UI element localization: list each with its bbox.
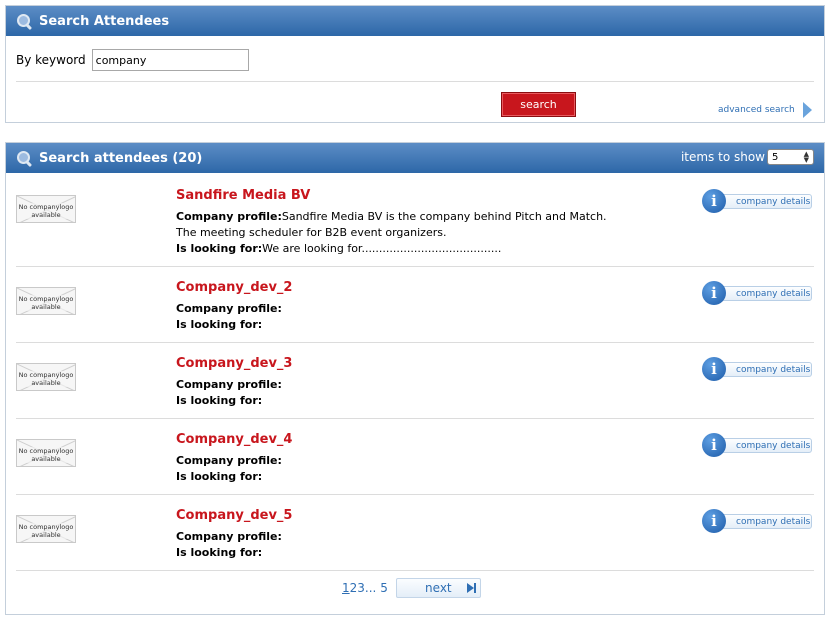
page-link-3[interactable]: 3 <box>357 581 365 595</box>
looking-for: Is looking for: <box>176 318 262 331</box>
info-icon: i <box>702 357 726 381</box>
info-icon: i <box>702 433 726 457</box>
company-profile: Company profile:Sandfire Media BV is the… <box>176 210 607 223</box>
profile-label: Company profile: <box>176 530 282 543</box>
skip-forward-icon <box>466 583 474 593</box>
next-page-button[interactable]: next <box>395 578 481 598</box>
logo-placeholder-text: No companylogo available <box>17 447 75 463</box>
logo-placeholder-text: No companylogo available <box>17 203 75 219</box>
looking-for-label: Is looking for: <box>176 394 263 407</box>
profile-text: Sandfire Media BV is the company behind … <box>281 210 607 223</box>
company-profile-line2: The meeting scheduler for B2B event orga… <box>176 226 447 239</box>
search-button[interactable]: search <box>501 92 576 117</box>
result-row: No companylogo available Company_dev_4 C… <box>16 419 814 495</box>
company-logo-placeholder: No companylogo available <box>16 439 76 467</box>
profile-label: Company profile: <box>176 454 282 467</box>
profile-label: Company profile: <box>176 210 282 223</box>
result-row: No companylogo available Company_dev_3 C… <box>16 343 814 419</box>
company-name-link[interactable]: Company_dev_2 <box>176 280 292 295</box>
company-logo-placeholder: No companylogo available <box>16 515 76 543</box>
looking-for: Is looking for: <box>176 546 262 559</box>
magnifier-icon <box>16 13 33 30</box>
company-profile: Company profile: <box>176 302 282 315</box>
company-details-label: company details <box>712 362 812 377</box>
advanced-search-link[interactable]: advanced search <box>718 102 812 118</box>
looking-for-text: We are looking for......................… <box>262 242 502 255</box>
divider <box>16 81 814 82</box>
company-name-link[interactable]: Company_dev_4 <box>176 432 292 447</box>
company-name-link[interactable]: Company_dev_5 <box>176 508 292 523</box>
info-icon: i <box>702 189 726 213</box>
profile-label: Company profile: <box>176 378 282 391</box>
company-logo-placeholder: No companylogo available <box>16 195 76 223</box>
advanced-search-label: advanced search <box>718 105 795 115</box>
magnifier-icon <box>16 150 33 167</box>
company-details-button[interactable]: company details i <box>702 189 814 213</box>
logo-placeholder-text: No companylogo available <box>17 295 75 311</box>
company-details-label: company details <box>712 194 812 209</box>
page-link-2[interactable]: 2 <box>350 581 358 595</box>
items-per-page: items to show 5 ▲ ▼ <box>681 149 814 165</box>
company-logo-placeholder: No companylogo available <box>16 287 76 315</box>
company-details-label: company details <box>712 286 812 301</box>
results-panel-header: Search attendees (20) items to show 5 ▲ ▼ <box>6 143 824 173</box>
company-logo-placeholder: No companylogo available <box>16 363 76 391</box>
pagination: 1 2 3... 5 next <box>342 578 481 598</box>
keyword-row: By keyword <box>16 49 249 71</box>
result-row: No companylogo available Company_dev_2 C… <box>16 267 814 343</box>
info-icon: i <box>702 281 726 305</box>
looking-for: Is looking for: <box>176 394 262 407</box>
company-details-button[interactable]: company details i <box>702 433 814 457</box>
result-row: No companylogo available Company_dev_5 C… <box>16 495 814 571</box>
looking-for-label: Is looking for: <box>176 242 263 255</box>
company-details-button[interactable]: company details i <box>702 509 814 533</box>
result-row: No companylogo available Sandfire Media … <box>16 177 814 267</box>
keyword-label: By keyword <box>16 53 86 67</box>
results-panel: Search attendees (20) items to show 5 ▲ ▼… <box>5 142 825 615</box>
company-details-label: company details <box>712 514 812 529</box>
items-to-show-label: items to show <box>680 150 765 164</box>
company-name-link[interactable]: Company_dev_3 <box>176 356 292 371</box>
page-ellipsis: ... <box>364 581 377 595</box>
looking-for-label: Is looking for: <box>176 470 263 483</box>
page-link-1[interactable]: 1 <box>342 581 350 595</box>
results-panel-title: Search attendees (20) <box>39 150 203 166</box>
search-panel: Search Attendees By keyword search advan… <box>5 5 825 123</box>
looking-for-label: Is looking for: <box>176 318 263 331</box>
updown-arrows-icon: ▲ ▼ <box>803 150 809 164</box>
logo-placeholder-text: No companylogo available <box>17 523 75 539</box>
company-profile: Company profile: <box>176 378 282 391</box>
items-to-show-value: 5 <box>772 151 779 163</box>
page-link-last[interactable]: 5 <box>380 581 388 595</box>
search-panel-title: Search Attendees <box>39 13 170 29</box>
logo-placeholder-text: No companylogo available <box>17 371 75 387</box>
keyword-input[interactable] <box>91 49 249 71</box>
company-profile: Company profile: <box>176 454 282 467</box>
looking-for: Is looking for: <box>176 470 262 483</box>
profile-label: Company profile: <box>176 302 282 315</box>
next-label: next <box>425 581 452 595</box>
skip-forward-icon-bar <box>473 583 476 593</box>
info-icon: i <box>702 509 726 533</box>
arrow-right-icon <box>802 102 812 118</box>
items-to-show-select[interactable]: 5 ▲ ▼ <box>767 149 814 165</box>
company-profile: Company profile: <box>176 530 282 543</box>
search-panel-header: Search Attendees <box>6 6 824 36</box>
looking-for: Is looking for:We are looking for.......… <box>176 242 501 255</box>
company-name-link[interactable]: Sandfire Media BV <box>176 188 310 203</box>
company-details-button[interactable]: company details i <box>702 281 814 305</box>
company-details-button[interactable]: company details i <box>702 357 814 381</box>
company-details-label: company details <box>712 438 812 453</box>
looking-for-label: Is looking for: <box>176 546 263 559</box>
